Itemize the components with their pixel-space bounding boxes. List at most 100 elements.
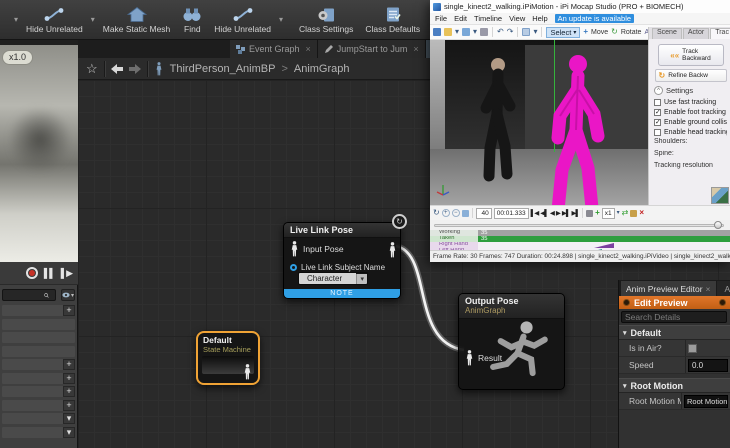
category-row[interactable]: +	[2, 305, 75, 316]
add-button[interactable]: +	[63, 372, 75, 384]
edit-preview-radio[interactable]	[623, 299, 630, 306]
pause-button[interactable]: ▌▌	[44, 268, 56, 278]
is-in-air-checkbox[interactable]	[688, 343, 697, 353]
current-time-box[interactable]: 00:01.333	[493, 207, 529, 219]
enable-head-tracking-row[interactable]: Enable head tracking	[654, 127, 727, 137]
move-tool-label[interactable]: Move	[591, 29, 608, 36]
category-row[interactable]: +	[2, 386, 75, 397]
back-arrow-icon[interactable]	[110, 63, 123, 74]
add-button[interactable]: +	[63, 399, 75, 411]
apply-radio[interactable]	[719, 299, 726, 306]
actor-icon[interactable]	[480, 28, 489, 36]
rotate-tool-icon[interactable]: ↻	[611, 28, 618, 36]
move-tool-icon[interactable]: +	[583, 28, 588, 36]
step-back-button[interactable]: ◀	[550, 209, 555, 217]
toolbar-overflow-caret-icon[interactable]: ▾	[12, 15, 20, 24]
tab-anim-preview-editor[interactable]: Anim Preview Editor ×	[621, 281, 716, 296]
refine-backward-button[interactable]: ↻ Refine Backw	[654, 69, 727, 82]
category-row[interactable]	[2, 318, 75, 330]
result-pin-icon[interactable]	[465, 350, 474, 366]
sync-icon[interactable]: ⇄	[622, 209, 629, 217]
preview-viewport[interactable]: x1.0	[0, 45, 78, 262]
checkbox[interactable]	[654, 98, 661, 106]
subject-name-dropdown[interactable]: Character ▾	[298, 272, 368, 285]
pose-output-pin-icon[interactable]	[388, 242, 397, 258]
make-static-mesh-button[interactable]: Make Static Mesh	[97, 1, 177, 39]
undo-icon[interactable]: ↶	[497, 28, 504, 36]
expand-button[interactable]: ▾	[63, 413, 75, 424]
watch-icon[interactable]: ↻	[392, 214, 407, 229]
breadcrumb-root[interactable]: ThirdPerson_AnimBP	[170, 63, 276, 75]
close-tab-icon[interactable]: ×	[306, 44, 311, 54]
checkbox[interactable]: ✓	[654, 118, 661, 126]
breadcrumb-current[interactable]: AnimGraph	[294, 63, 350, 75]
class-settings-button[interactable]: Class Settings	[293, 1, 359, 39]
checkbox[interactable]: ✓	[654, 108, 661, 116]
edit-preview-header[interactable]: Edit Preview	[619, 296, 730, 309]
scrub-handle[interactable]	[714, 221, 722, 229]
film-icon[interactable]	[586, 209, 594, 217]
use-fast-tracking-row[interactable]: Use fast tracking	[654, 97, 727, 107]
forward-arrow-icon[interactable]	[128, 63, 141, 74]
caret-down-icon[interactable]: ▾	[533, 28, 537, 36]
record-button[interactable]	[25, 267, 38, 279]
hide-unrelated-2-caret-icon[interactable]: ▾	[277, 15, 285, 24]
section-default[interactable]: ▾ Default	[619, 325, 730, 340]
select-tool-button[interactable]: Select ▾	[546, 26, 581, 38]
playback-speed-dropdown[interactable]: x1	[601, 207, 615, 219]
export-take-icon[interactable]	[630, 209, 638, 217]
step-forward-button[interactable]: ▌▶	[61, 268, 73, 279]
live-link-pose-node[interactable]: ↻ Live Link Pose Input Pose Live Link Su…	[283, 214, 407, 299]
open-folder-icon[interactable]	[444, 28, 452, 36]
tab-tracking[interactable]: Trac	[710, 28, 730, 39]
default-state-machine-node[interactable]: Default State Machine	[196, 331, 260, 385]
class-defaults-button[interactable]: Class Defaults	[359, 1, 426, 39]
caret-down-icon[interactable]: ▾	[455, 28, 459, 36]
zoom-in-icon[interactable]: +	[441, 209, 450, 217]
output-pose-node[interactable]: Output Pose AnimGraph Result	[458, 293, 565, 390]
enable-foot-tracking-row[interactable]: ✓ Enable foot tracking	[654, 107, 727, 117]
find-button[interactable]: Find	[176, 1, 208, 39]
state-output-pin-icon[interactable]	[243, 364, 252, 380]
category-row[interactable]	[2, 345, 75, 357]
menu-timeline[interactable]: Timeline	[474, 14, 502, 23]
category-row[interactable]	[2, 332, 75, 343]
fit-view-icon[interactable]	[461, 209, 469, 217]
scrub-groove[interactable]	[434, 224, 724, 227]
mocap-3d-viewport[interactable]	[430, 40, 648, 205]
visibility-filter-button[interactable]: ▾	[60, 289, 75, 301]
category-row[interactable]: +	[2, 399, 75, 411]
track-backward-button[interactable]: «« Track Backward	[657, 44, 724, 66]
settings-expander[interactable]: ^ Settings	[654, 86, 727, 95]
add-button[interactable]: +	[63, 305, 75, 316]
refresh-icon[interactable]: ↻	[433, 209, 440, 217]
tab-asset-browser[interactable]: Asse	[716, 281, 730, 296]
delete-icon[interactable]: ×	[639, 209, 644, 217]
expand-button[interactable]: ▾	[63, 426, 75, 438]
star-icon[interactable]: ☆	[86, 61, 98, 77]
pose-input-pin-icon[interactable]	[290, 241, 299, 257]
rotate-tool-label[interactable]: Rotate	[621, 29, 642, 36]
section-root-motion[interactable]: ▾ Root Motion	[619, 378, 730, 393]
speed-input[interactable]: 0.0	[688, 358, 728, 372]
add-button[interactable]: +	[63, 359, 75, 370]
tab-event-graph[interactable]: Event Graph ×	[230, 40, 318, 58]
hide-unrelated-button[interactable]: Hide Unrelated	[20, 1, 89, 39]
zoom-out-icon[interactable]: −	[451, 209, 460, 217]
tab-scene[interactable]: Scene	[652, 28, 682, 39]
menu-edit[interactable]: Edit	[454, 14, 467, 23]
caret-down-icon[interactable]: ▾	[617, 209, 620, 217]
window-title-bar[interactable]: single_kinect2_walking.iPiMotion - iPi M…	[430, 0, 730, 13]
current-frame-box[interactable]: 40	[475, 207, 492, 219]
play-forward-button[interactable]: ▶	[556, 209, 561, 217]
caret-down-icon[interactable]: ▾	[473, 28, 477, 36]
tab-actor[interactable]: Actor	[682, 28, 710, 39]
prev-key-button[interactable]: ◀▌	[540, 209, 549, 217]
details-search-input[interactable]	[621, 311, 727, 323]
hide-unrelated-caret-icon[interactable]: ▾	[89, 15, 97, 24]
enable-ground-collision-row[interactable]: ✓ Enable ground collision	[654, 117, 727, 127]
next-key-button[interactable]: ▶▌	[562, 209, 571, 217]
category-row[interactable]: ▾	[2, 413, 75, 424]
close-tab-icon[interactable]: ×	[413, 44, 418, 54]
menu-file[interactable]: File	[435, 14, 447, 23]
